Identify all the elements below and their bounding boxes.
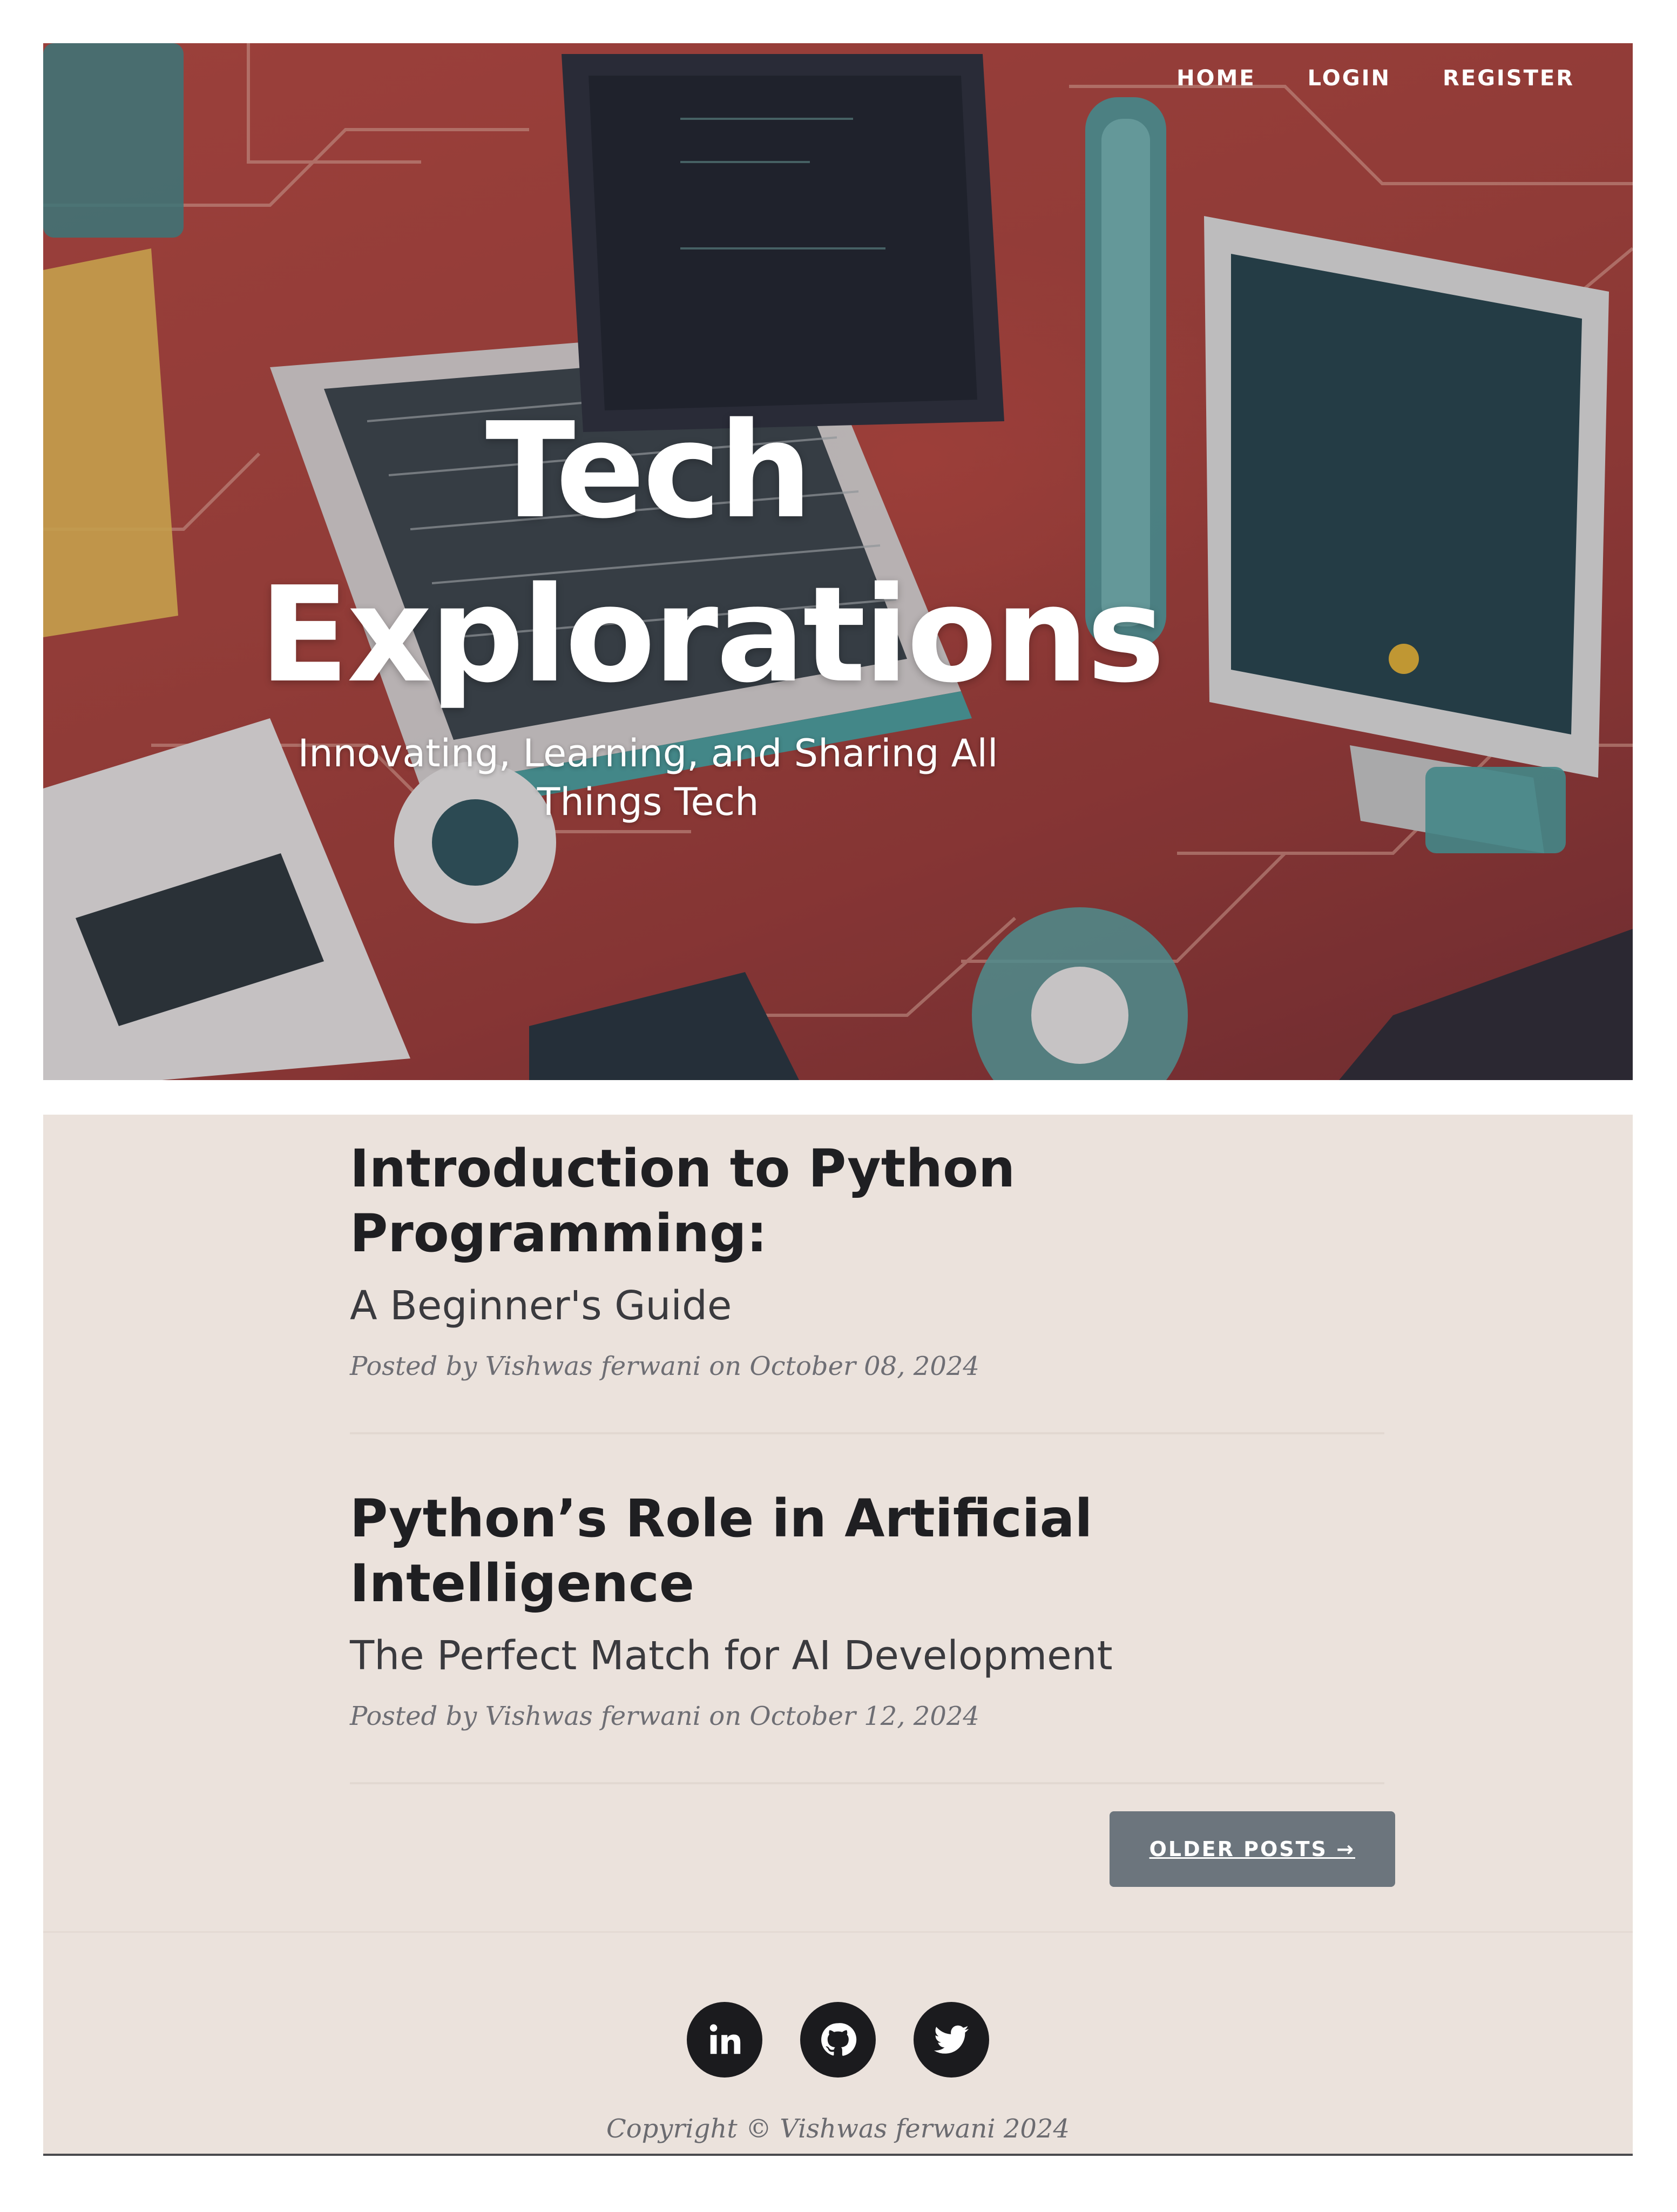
- site-tagline: Innovating, Learning, and Sharing All Th…: [297, 731, 998, 824]
- post-author-link[interactable]: Vishwas ferwani: [485, 1701, 701, 1731]
- linkedin-icon: [709, 2024, 741, 2054]
- post-title-link[interactable]: Introduction to Python Programming:: [350, 1136, 1106, 1266]
- older-posts-button[interactable]: Older Posts →: [1109, 1811, 1395, 1887]
- page-bottom-rule: [43, 2154, 1633, 2156]
- post-meta: Posted by Vishwas ferwani on October 08,…: [350, 1349, 1384, 1384]
- pager: Older Posts →: [1109, 1811, 1395, 1887]
- footer-divider: [43, 1931, 1633, 1933]
- nav-login-link[interactable]: Login: [1282, 54, 1417, 103]
- nav-home-link[interactable]: Home: [1151, 54, 1282, 103]
- post-subtitle[interactable]: A Beginner's Guide: [350, 1279, 1384, 1333]
- linkedin-link[interactable]: [687, 2002, 762, 2078]
- site-title-line1: Tech: [485, 394, 813, 548]
- site-title-line2: Explorations: [259, 558, 1165, 712]
- twitter-link[interactable]: [914, 2002, 989, 2078]
- copyright-text: Copyright © Vishwas ferwani 2024: [606, 2114, 1070, 2144]
- post-subtitle[interactable]: The Perfect Match for AI Development: [350, 1629, 1384, 1683]
- hero-banner: Home Login Register Tech Explorations In…: [43, 43, 1633, 1080]
- social-links: [43, 2002, 1633, 2078]
- post-meta-on: on: [709, 1701, 742, 1731]
- post-author-link[interactable]: Vishwas ferwani: [485, 1351, 701, 1381]
- post-meta-prefix: Posted by: [350, 1701, 477, 1731]
- post-list: Introduction to Python Programming: A Be…: [350, 1136, 1384, 1836]
- top-nav: Home Login Register: [1151, 54, 1600, 103]
- main-content: Introduction to Python Programming: A Be…: [43, 1115, 1633, 2154]
- github-link[interactable]: [800, 2002, 876, 2078]
- post-title-link[interactable]: Python’s Role in Artificial Intelligence: [350, 1486, 1106, 1616]
- twitter-icon: [934, 2025, 969, 2054]
- post-preview: Introduction to Python Programming: A Be…: [350, 1136, 1384, 1434]
- post-meta: Posted by Vishwas ferwani on October 12,…: [350, 1699, 1384, 1734]
- post-meta-on: on: [709, 1351, 742, 1381]
- site-title: Tech Explorations: [259, 389, 1165, 717]
- nav-register-link[interactable]: Register: [1417, 54, 1600, 103]
- post-date: October 08, 2024: [749, 1351, 979, 1381]
- post-meta-prefix: Posted by: [350, 1351, 477, 1381]
- post-preview: Python’s Role in Artificial Intelligence…: [350, 1486, 1384, 1784]
- github-icon: [821, 2023, 857, 2056]
- post-date: October 12, 2024: [749, 1701, 979, 1731]
